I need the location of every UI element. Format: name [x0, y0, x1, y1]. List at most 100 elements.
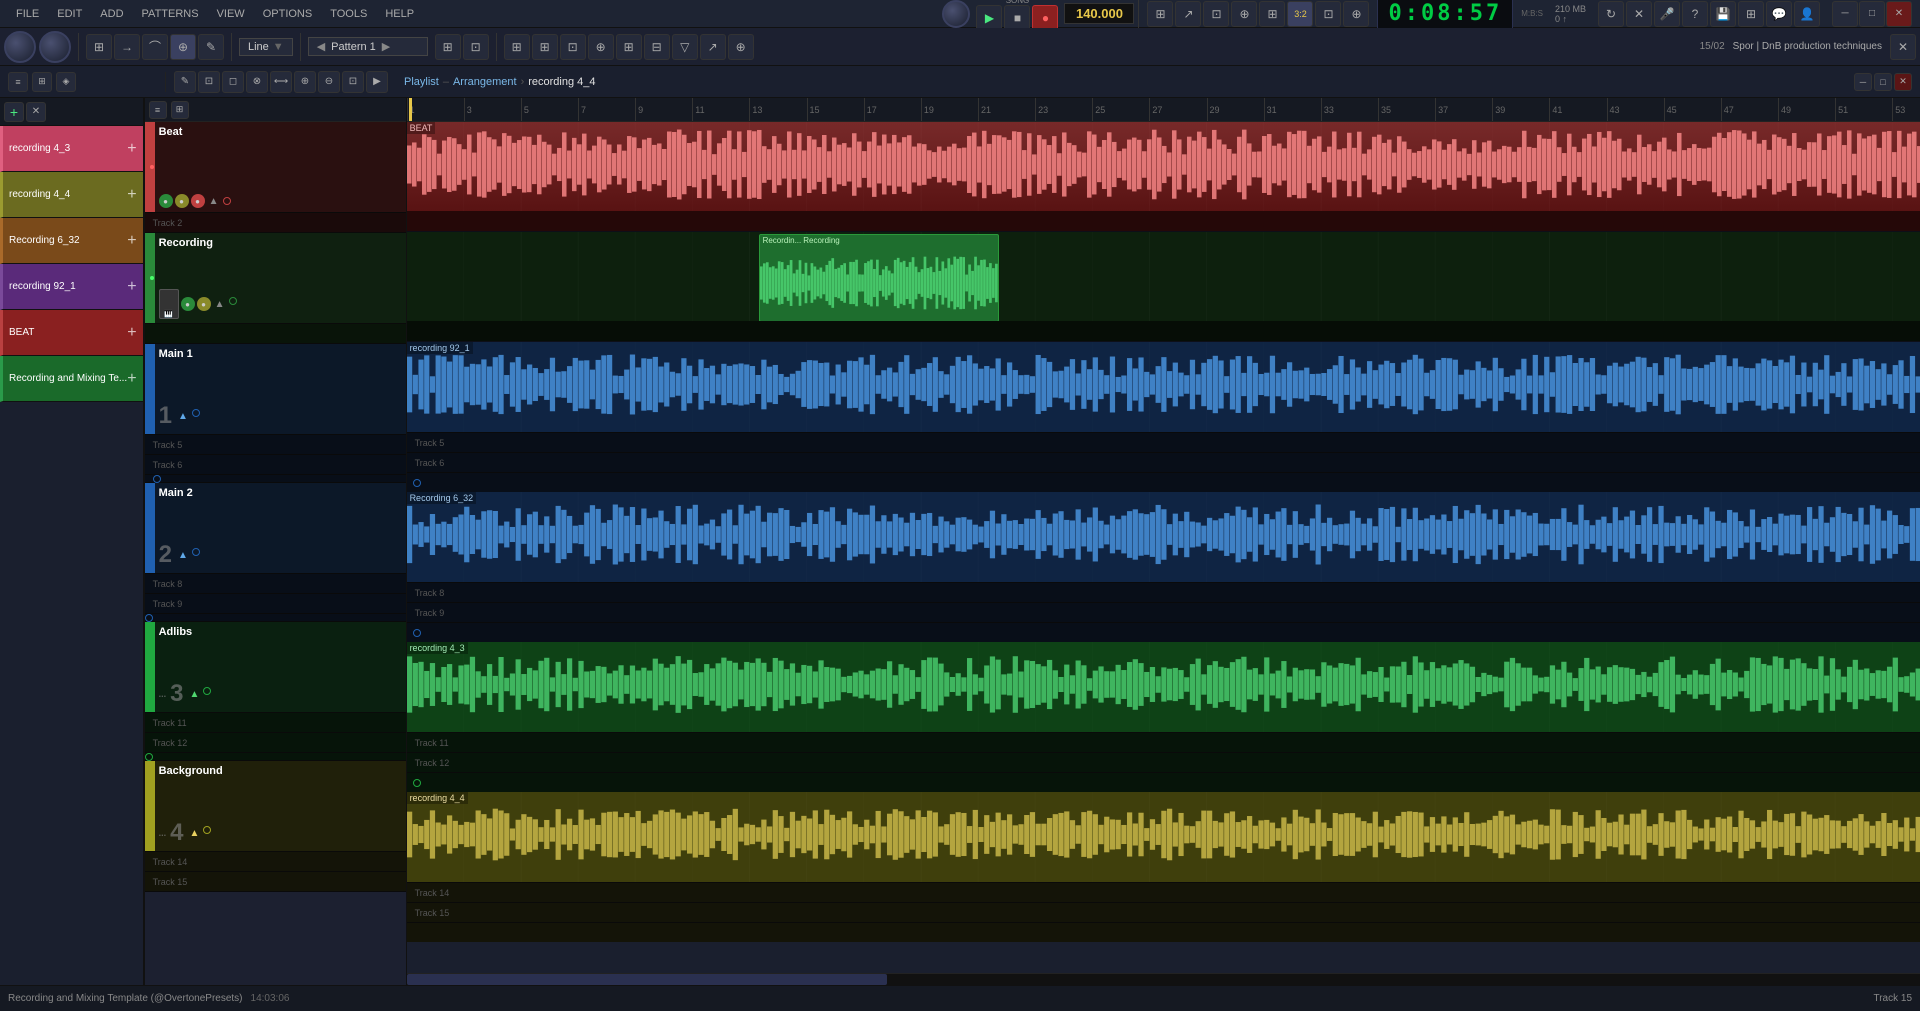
pl-btn-paint[interactable]: ✎	[198, 34, 224, 60]
tc-bg-dot[interactable]	[203, 826, 211, 834]
scrollbar-thumb[interactable]	[407, 974, 887, 985]
menu-help[interactable]: HELP	[377, 6, 422, 22]
view-btn-7[interactable]: ▽	[672, 34, 698, 60]
tc-beat-green[interactable]: ●	[159, 194, 173, 208]
tc-rec-yellow[interactable]: ●	[197, 297, 211, 311]
main2-clip[interactable]: Recording 6_32	[407, 492, 1920, 582]
tool-play[interactable]: ▶	[366, 71, 388, 93]
icon-save[interactable]: 💾	[1710, 1, 1736, 27]
beat-clip[interactable]: BEAT	[407, 122, 1920, 212]
tool-zoom-in[interactable]: ⊕	[294, 71, 316, 93]
sidebar-btn-3[interactable]: ◈	[56, 72, 76, 92]
pattern-selector[interactable]: ◀ Pattern 1 ▶	[308, 37, 428, 56]
pl-btn-grid[interactable]: ⊞	[86, 34, 112, 60]
line-tool[interactable]: Line ▼	[239, 38, 293, 56]
sidebar-track-recording44[interactable]: recording 4_4 +	[0, 172, 143, 218]
tc-main2-up[interactable]: ▲	[176, 548, 190, 562]
breadcrumb-playlist[interactable]: Playlist	[404, 76, 439, 88]
breadcrumb-arrangement[interactable]: Arrangement	[453, 76, 517, 88]
arr-scroll-area[interactable]: BEAT	[407, 122, 1920, 973]
mode-btn-4[interactable]: ⊕	[1231, 1, 1257, 27]
sidebar-add-5[interactable]: +	[127, 370, 136, 388]
background-clip[interactable]: recording 4_4	[407, 792, 1920, 882]
view-btn-2[interactable]: ⊞	[532, 34, 558, 60]
tool-select[interactable]: ⊡	[198, 71, 220, 93]
view-btn-5[interactable]: ⊞	[616, 34, 642, 60]
recording-clip[interactable]: Recordin... Recording	[759, 234, 999, 322]
sidebar-track-beat[interactable]: BEAT +	[0, 310, 143, 356]
sb-close[interactable]: ✕	[26, 102, 46, 122]
tc-rec-up[interactable]: ▲	[213, 297, 227, 311]
tempo-display[interactable]: 140.000	[1064, 3, 1134, 24]
sidebar-track-recording632[interactable]: Recording 6_32 +	[0, 218, 143, 264]
mode-btn-3[interactable]: ⊡	[1203, 1, 1229, 27]
icon-refresh[interactable]: ↻	[1598, 1, 1624, 27]
sidebar-add-1[interactable]: +	[127, 186, 136, 204]
tc-adlibs-dot[interactable]	[203, 687, 211, 695]
menu-edit[interactable]: EDIT	[49, 6, 90, 22]
pattern-prev[interactable]: ◀	[317, 40, 325, 53]
tc-main2-dot[interactable]	[192, 548, 200, 556]
sidebar-track-recording921[interactable]: recording 92_1 +	[0, 264, 143, 310]
mode-btn-2[interactable]: ↗	[1175, 1, 1201, 27]
icon-user[interactable]: 👤	[1794, 1, 1820, 27]
mode-btn-1[interactable]: ⊞	[1147, 1, 1173, 27]
pl-btn-curve[interactable]: ⌒	[142, 34, 168, 60]
tool-eraser[interactable]: ◻	[222, 71, 244, 93]
tc-main1-up[interactable]: ▲	[176, 409, 190, 423]
close-panel-btn[interactable]: ✕	[1890, 34, 1916, 60]
mode-btn-8[interactable]: ⊕	[1343, 1, 1369, 27]
menu-add[interactable]: ADD	[92, 6, 131, 22]
close-button[interactable]: ✕	[1886, 1, 1912, 27]
view-btn-6[interactable]: ⊟	[644, 34, 670, 60]
main1-clip[interactable]: recording 92_1	[407, 342, 1920, 432]
master-vol-knob2[interactable]	[39, 31, 71, 63]
icon-chat[interactable]: 💬	[1766, 1, 1792, 27]
tc-rec-dot[interactable]	[229, 297, 237, 305]
view-btn-9[interactable]: ⊕	[728, 34, 754, 60]
sidebar-btn-2[interactable]: ⊞	[32, 72, 52, 92]
tc-beat-red[interactable]: ●	[191, 194, 205, 208]
tc-beat-dot[interactable]	[223, 197, 231, 205]
menu-file[interactable]: FILE	[8, 6, 47, 22]
tc-beat-up[interactable]: ▲	[207, 194, 221, 208]
win-min-btn[interactable]: ─	[1854, 73, 1872, 91]
win-float-btn[interactable]: □	[1874, 73, 1892, 91]
pat-btn-2[interactable]: ⊡	[463, 34, 489, 60]
tool-pencil[interactable]: ✎	[174, 71, 196, 93]
icon-help[interactable]: ?	[1682, 1, 1708, 27]
sidebar-add-4[interactable]: +	[127, 324, 136, 342]
tc-beat-yellow[interactable]: ●	[175, 194, 189, 208]
win-close-btn[interactable]: ✕	[1894, 73, 1912, 91]
pl-btn-link[interactable]: ⊕	[170, 34, 196, 60]
view-btn-4[interactable]: ⊕	[588, 34, 614, 60]
tc-adlibs-up[interactable]: ▲	[187, 687, 201, 701]
adlibs-clip[interactable]: recording 4_3	[407, 642, 1920, 732]
pl-btn-arrow[interactable]: →	[114, 34, 140, 60]
menu-options[interactable]: OPTIONS	[255, 6, 321, 22]
maximize-button[interactable]: □	[1859, 1, 1885, 27]
tc-rec-green[interactable]: ●	[181, 297, 195, 311]
sidebar-add-0[interactable]: +	[127, 140, 136, 158]
tc-header-btn1[interactable]: ≡	[149, 101, 167, 119]
sidebar-track-mixing[interactable]: Recording and Mixing Te... +	[0, 356, 143, 402]
sidebar-btn-1[interactable]: ≡	[8, 72, 28, 92]
mode-btn-6[interactable]: 3:2	[1287, 1, 1313, 27]
menu-view[interactable]: VIEW	[209, 6, 253, 22]
pattern-next[interactable]: ▶	[382, 40, 390, 53]
tool-slide[interactable]: ⟷	[270, 71, 292, 93]
tool-mute[interactable]: ⊗	[246, 71, 268, 93]
icon-x[interactable]: ✕	[1626, 1, 1652, 27]
view-btn-3[interactable]: ⊡	[560, 34, 586, 60]
menu-patterns[interactable]: PATTERNS	[134, 6, 207, 22]
horizontal-scrollbar[interactable]	[407, 973, 1920, 985]
tc-header-btn2[interactable]: ⊞	[171, 101, 189, 119]
pat-btn-1[interactable]: ⊞	[435, 34, 461, 60]
sidebar-add-3[interactable]: +	[127, 278, 136, 296]
sb-add[interactable]: +	[4, 102, 24, 122]
sidebar-track-recording43[interactable]: recording 4_3 +	[0, 126, 143, 172]
icon-mic[interactable]: 🎤	[1654, 1, 1680, 27]
tc-main1-dot[interactable]	[192, 409, 200, 417]
icon-grid[interactable]: ⊞	[1738, 1, 1764, 27]
mode-btn-7[interactable]: ⊡	[1315, 1, 1341, 27]
